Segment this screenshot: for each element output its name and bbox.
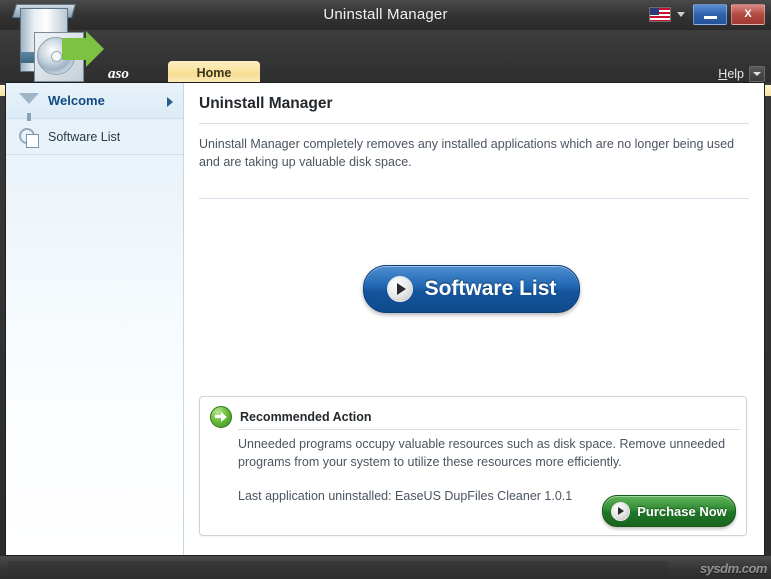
divider-bottom	[199, 198, 749, 199]
play-circle-icon	[386, 276, 413, 302]
chevron-down-icon[interactable]	[749, 66, 765, 82]
window-controls: X	[649, 3, 765, 25]
sidebar-item-label: Welcome	[48, 93, 105, 108]
close-button[interactable]: X	[731, 3, 765, 25]
play-circle-icon	[611, 501, 631, 521]
recommended-action-panel: Recommended Action Unneeded programs occ…	[199, 396, 747, 536]
help-rest: elp	[727, 67, 744, 81]
divider-top	[199, 123, 749, 124]
watermark: sysdm.com	[699, 561, 768, 576]
status-bar: sysdm.com	[0, 556, 771, 579]
brand-label: aso	[108, 66, 129, 82]
page-description: Uninstall Manager completely removes any…	[199, 137, 735, 169]
recommended-action-body: Unneeded programs occupy valuable resour…	[238, 437, 726, 469]
help-link[interactable]: Help	[718, 67, 744, 81]
sidebar-item-label: Software List	[48, 129, 121, 144]
panel-divider	[238, 429, 740, 430]
title-bar: Uninstall Manager X	[0, 0, 771, 30]
main-content: Uninstall Manager Uninstall Manager comp…	[185, 83, 764, 555]
minimize-button[interactable]	[693, 3, 727, 25]
chevron-down-icon[interactable]	[677, 11, 685, 17]
us-flag-icon[interactable]	[649, 6, 671, 22]
status-bar-track	[8, 561, 668, 575]
purchase-now-button[interactable]: Purchase Now	[602, 495, 736, 527]
page-title: Uninstall Manager	[199, 95, 333, 112]
application-window: Uninstall Manager X aso Home Help Welcom…	[0, 0, 771, 579]
last-uninstalled-text: Last application uninstalled: EaseUS Dup…	[238, 489, 573, 503]
purchase-now-button-label: Purchase Now	[637, 503, 727, 519]
recommended-action-title: Recommended Action	[240, 410, 372, 424]
sidebar-item-software-list[interactable]: Software List	[6, 119, 183, 155]
green-arrow-circle-icon	[210, 406, 232, 428]
logo-green-arrow-icon	[62, 31, 104, 67]
content-frame: Welcome Software List Uninstall Manager …	[5, 82, 765, 556]
sidebar-item-welcome[interactable]: Welcome	[6, 83, 183, 121]
software-list-button-label: Software List	[424, 277, 557, 300]
help-menu[interactable]: Help	[718, 66, 765, 82]
magnifier-doc-icon	[18, 126, 40, 148]
tab-strip: aso Home Help	[0, 30, 771, 96]
recommended-action-header: Recommended Action	[210, 406, 372, 428]
chevron-right-icon	[167, 97, 173, 107]
help-accel: H	[718, 67, 728, 81]
software-list-button[interactable]: Software List	[363, 265, 580, 313]
sidebar: Welcome Software List	[6, 83, 184, 555]
app-logo-icon	[4, 2, 104, 88]
funnel-icon	[18, 90, 40, 121]
